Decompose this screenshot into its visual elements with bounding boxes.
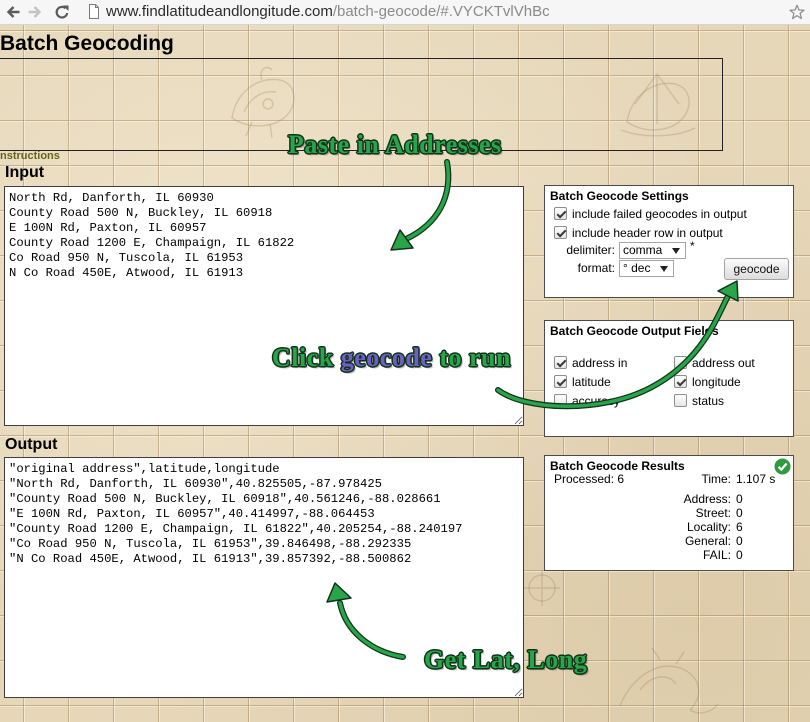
locality-count-label: Locality: (686, 520, 731, 534)
browser-toolbar: www.findlatitudeandlongitude.com/batch-g… (0, 0, 810, 25)
annotation-geocode-text: geocode (340, 343, 433, 372)
delimiter-value: comma (623, 243, 663, 257)
page-icon[interactable] (86, 3, 102, 19)
results-panel: Batch Geocode Results Processed: 6 Time:… (544, 455, 794, 571)
locality-count-value: 6 (736, 520, 743, 534)
general-count-value: 0 (736, 534, 743, 548)
address-in-checkbox[interactable] (554, 356, 567, 369)
chevron-down-icon (660, 266, 668, 272)
settings-panel: Batch Geocode Settings include failed ge… (544, 185, 794, 298)
longitude-label: longitude (692, 375, 741, 389)
delimiter-select[interactable]: comma (619, 242, 686, 259)
forward-arrow-icon[interactable] (27, 4, 43, 20)
status-label: status (692, 394, 725, 408)
accuracy-checkbox[interactable] (554, 394, 567, 407)
street-count-value: 0 (736, 506, 743, 520)
include-header-label: include header row in output (572, 226, 723, 240)
format-select[interactable]: ° dec (619, 260, 674, 277)
processed-count: Processed: 6 (554, 472, 624, 486)
time-value: 1.107 s (736, 472, 776, 486)
chevron-down-icon (672, 248, 680, 254)
fail-count-label: FAIL: (702, 548, 731, 562)
format-label: format: (577, 261, 615, 275)
dragon-illustration (619, 647, 719, 714)
back-arrow-icon[interactable] (5, 4, 21, 20)
address-count-label: Address: (683, 492, 731, 506)
geocode-button[interactable]: geocode (724, 258, 789, 280)
time-label: Time: (701, 472, 731, 486)
fail-count-value: 0 (736, 548, 743, 562)
address-count-value: 0 (736, 492, 743, 506)
address-bar[interactable]: www.findlatitudeandlongitude.com/batch-g… (106, 2, 550, 21)
address-in-label: address in (572, 356, 628, 370)
annotation-click-text: Click (272, 343, 334, 372)
address-out-checkbox[interactable] (674, 356, 687, 369)
required-mark: * (690, 239, 695, 253)
annotation-click-geocode: Click geocode to run (272, 343, 511, 373)
results-title: Batch Geocode Results (550, 459, 685, 473)
processed-label: Processed: (554, 472, 615, 486)
page-title: Batch Geocoding (0, 32, 174, 55)
accuracy-label: accuracy (572, 394, 621, 408)
output-fields-panel: Batch Geocode Output Fields address in a… (544, 320, 794, 437)
url-host: www.findlatitudeandlongitude.com (106, 3, 333, 20)
include-header-checkbox[interactable] (554, 226, 567, 239)
processed-value: 6 (617, 472, 625, 486)
compass-illustration (524, 570, 560, 606)
address-out-label: address out (692, 356, 755, 370)
status-checkbox[interactable] (674, 394, 687, 407)
annotation-get-lat-long: Get Lat, Long (424, 645, 588, 674)
latitude-checkbox[interactable] (554, 375, 567, 388)
check-circle-icon (774, 458, 791, 478)
settings-title: Batch Geocode Settings (550, 189, 689, 203)
general-count-label: General: (684, 534, 731, 548)
bookmark-star-icon[interactable] (789, 4, 805, 20)
annotation-paste-addresses: Paste in Addresses (288, 130, 502, 159)
reload-icon[interactable] (54, 4, 70, 20)
input-addresses-textarea[interactable]: North Rd, Danforth, IL 60930 County Road… (4, 186, 524, 426)
street-count-label: Street: (695, 506, 731, 520)
input-label: Input (5, 164, 45, 181)
include-failed-checkbox[interactable] (554, 207, 567, 220)
instructions-link[interactable]: nstructions (0, 150, 60, 163)
annotation-to-run-text: to run (439, 343, 511, 372)
url-path: /batch-geocode/#.VYCKTvlVhBc (332, 3, 550, 20)
longitude-checkbox[interactable] (674, 375, 687, 388)
delimiter-label: delimiter: (566, 243, 615, 257)
output-label: Output (5, 436, 58, 453)
include-failed-label: include failed geocodes in output (572, 207, 747, 221)
format-value: ° dec (623, 261, 651, 275)
output-fields-title: Batch Geocode Output Fields (550, 324, 719, 338)
latitude-label: latitude (572, 375, 611, 389)
